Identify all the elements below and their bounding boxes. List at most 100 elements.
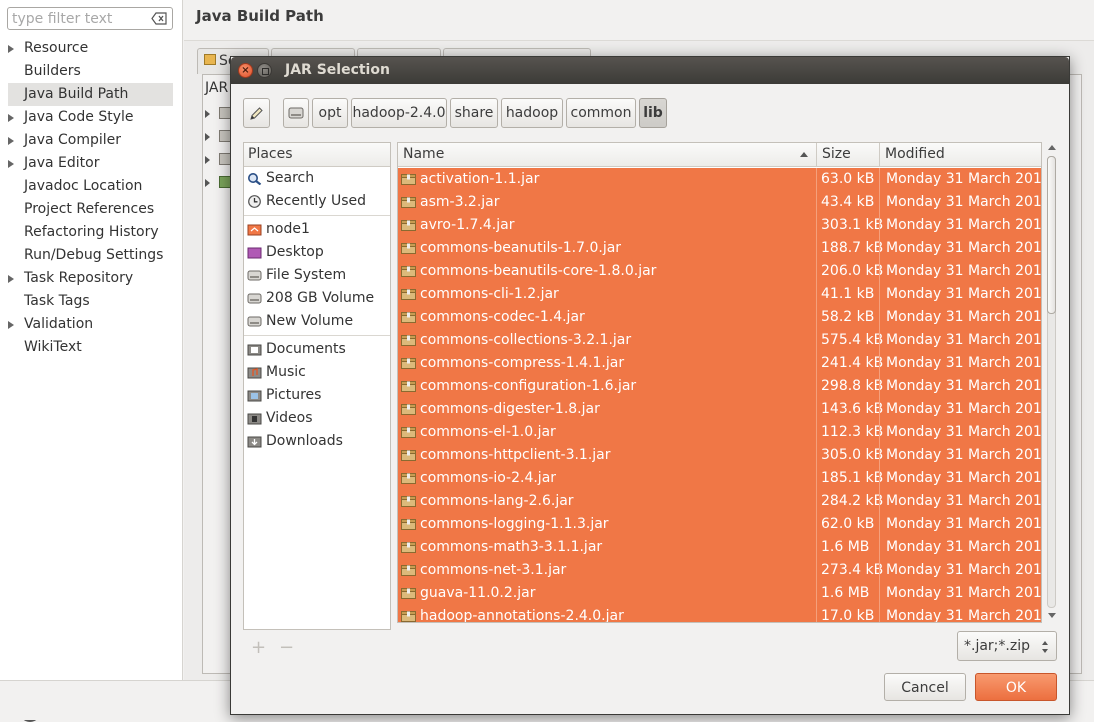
tree-item[interactable]: Task Repository <box>0 267 183 290</box>
file-size: 1.6 MB <box>821 539 870 555</box>
place-item[interactable]: Search <box>244 167 390 190</box>
file-row[interactable]: hadoop-annotations-2.4.0.jar 17.0 kB Monda… <box>398 605 1041 623</box>
file-row[interactable]: commons-lang-2.6.jar 284.2 kB Monday 31 Ma… <box>398 490 1041 513</box>
column-modified-header[interactable]: Modified <box>880 143 1041 167</box>
file-modified: Monday 31 March 2014 <box>886 332 1042 348</box>
dialog-titlebar[interactable]: × JAR Selection <box>231 57 1069 84</box>
file-row[interactable]: commons-math3-3.1.1.jar 1.6 MB Monday 31 M… <box>398 536 1041 559</box>
scrollbar-thumb[interactable] <box>1047 156 1056 314</box>
file-row[interactable]: commons-io-2.4.jar 185.1 kB Monday 31 Marc… <box>398 467 1041 490</box>
file-list-scrollbar[interactable] <box>1045 142 1058 623</box>
tree-item[interactable]: Project References <box>0 198 183 221</box>
file-modified: Monday 31 March 2014 <box>886 355 1042 371</box>
path-segment-button[interactable]: share <box>450 98 498 128</box>
file-row[interactable]: activation-1.1.jar 63.0 kB Monday 31 March… <box>398 168 1041 191</box>
place-item-label: Downloads <box>266 433 343 449</box>
place-item[interactable]: node1 <box>244 218 390 241</box>
tree-item[interactable]: Javadoc Location <box>0 175 183 198</box>
file-size: 305.0 kB <box>821 447 884 463</box>
path-segment-button[interactable]: common <box>566 98 636 128</box>
place-item[interactable]: Music <box>244 361 390 384</box>
column-divider <box>879 421 880 444</box>
scroll-down-icon[interactable] <box>1048 613 1056 618</box>
place-item[interactable]: Recently Used <box>244 190 390 213</box>
places-header[interactable]: Places <box>244 143 390 167</box>
expand-arrow-icon[interactable] <box>8 160 14 168</box>
file-modified: Monday 31 March 2014 <box>886 378 1042 394</box>
tree-item[interactable]: Builders <box>0 60 183 83</box>
place-item[interactable]: Desktop <box>244 241 390 264</box>
tree-item[interactable]: Run/Debug Settings <box>0 244 183 267</box>
expand-arrow-icon[interactable] <box>8 275 14 283</box>
scroll-up-icon[interactable] <box>1048 145 1056 150</box>
places-list: Search Recently Used node1 Desktop File Syst… <box>244 167 390 453</box>
path-segment-button[interactable]: hadoop <box>501 98 563 128</box>
file-row[interactable]: avro-1.7.4.jar 303.1 kB Monday 31 March 20… <box>398 214 1041 237</box>
file-row[interactable]: commons-digester-1.8.jar 143.6 kB Monday 3… <box>398 398 1041 421</box>
file-row[interactable]: commons-el-1.0.jar 112.3 kB Monday 31 Marc… <box>398 421 1041 444</box>
edit-location-button[interactable] <box>243 98 270 128</box>
drive-icon <box>288 107 304 119</box>
file-row[interactable]: commons-beanutils-core-1.8.0.jar 206.0 kB… <box>398 260 1041 283</box>
file-row[interactable]: commons-codec-1.4.jar 58.2 kB Monday 31 Ma… <box>398 306 1041 329</box>
file-row[interactable]: commons-cli-1.2.jar 41.1 kB Monday 31 Marc… <box>398 283 1041 306</box>
desktop-icon <box>247 247 262 259</box>
place-item[interactable]: 208 GB Volume <box>244 287 390 310</box>
expand-arrow-icon[interactable] <box>8 321 14 329</box>
column-name-header[interactable]: Name <box>398 143 817 167</box>
place-item[interactable]: New Volume <box>244 310 390 333</box>
close-icon[interactable]: × <box>238 63 253 78</box>
ok-button[interactable]: OK <box>975 673 1057 701</box>
column-divider <box>816 582 817 605</box>
add-bookmark-button[interactable]: + <box>251 637 266 658</box>
place-item[interactable]: Pictures <box>244 384 390 407</box>
filter-input[interactable] <box>8 8 146 29</box>
file-row[interactable]: guava-11.0.2.jar 1.6 MB Monday 31 March 20… <box>398 582 1041 605</box>
column-size-header[interactable]: Size <box>817 143 880 167</box>
file-row[interactable]: commons-beanutils-1.7.0.jar 188.7 kB Monda… <box>398 237 1041 260</box>
clear-filter-icon[interactable] <box>151 12 168 25</box>
expand-arrow-icon[interactable] <box>8 45 14 53</box>
column-divider <box>816 490 817 513</box>
tree-item[interactable]: Task Tags <box>0 290 183 313</box>
tree-item[interactable]: Java Build Path <box>8 83 173 106</box>
file-row[interactable]: commons-logging-1.1.3.jar 62.0 kB Monday 3… <box>398 513 1041 536</box>
path-segment-button[interactable]: opt <box>312 98 348 128</box>
tree-item[interactable]: Refactoring History <box>0 221 183 244</box>
places-separator <box>244 335 390 336</box>
path-segment-button[interactable]: hadoop-2.4.0 <box>351 98 447 128</box>
remove-bookmark-button[interactable]: − <box>279 637 294 658</box>
file-row[interactable]: commons-net-3.1.jar 273.4 kB Monday 31 Mar… <box>398 559 1041 582</box>
expand-arrow-icon[interactable] <box>8 137 14 145</box>
cancel-button[interactable]: Cancel <box>884 673 966 701</box>
file-row[interactable]: commons-collections-3.2.1.jar 575.4 kB Mon… <box>398 329 1041 352</box>
tree-item[interactable]: Validation <box>0 313 183 336</box>
drive-icon <box>247 270 262 281</box>
column-divider <box>879 559 880 582</box>
file-name: commons-cli-1.2.jar <box>420 286 559 302</box>
jar-archive-icon <box>401 174 416 185</box>
place-item[interactable]: File System <box>244 264 390 287</box>
preferences-sidebar: Resource Builders Java Build Path Java Code… <box>0 0 183 680</box>
tree-item[interactable]: Resource <box>0 37 183 60</box>
file-row[interactable]: commons-compress-1.4.1.jar 241.4 kB Monday… <box>398 352 1041 375</box>
tree-item[interactable]: WikiText <box>0 336 183 359</box>
filter-box[interactable] <box>7 7 173 30</box>
file-row[interactable]: asm-3.2.jar 43.4 kB Monday 31 March 2014 <box>398 191 1041 214</box>
expand-arrow-icon[interactable] <box>8 114 14 122</box>
tree-item[interactable]: Java Editor <box>0 152 183 175</box>
file-name: hadoop-annotations-2.4.0.jar <box>420 608 624 623</box>
column-divider <box>816 536 817 559</box>
root-drive-button[interactable] <box>283 98 309 128</box>
place-item[interactable]: Downloads <box>244 430 390 453</box>
column-divider <box>879 237 880 260</box>
place-item[interactable]: Documents <box>244 338 390 361</box>
file-row[interactable]: commons-configuration-1.6.jar 298.8 kB Mon… <box>398 375 1041 398</box>
tree-item[interactable]: Java Compiler <box>0 129 183 152</box>
maximize-icon[interactable] <box>257 63 272 78</box>
file-row[interactable]: commons-httpclient-3.1.jar 305.0 kB Monday… <box>398 444 1041 467</box>
tree-item[interactable]: Java Code Style <box>0 106 183 129</box>
file-filter-combo[interactable]: *.jar;*.zip <box>957 631 1057 661</box>
path-segment-button[interactable]: lib <box>639 98 667 128</box>
place-item[interactable]: Videos <box>244 407 390 430</box>
